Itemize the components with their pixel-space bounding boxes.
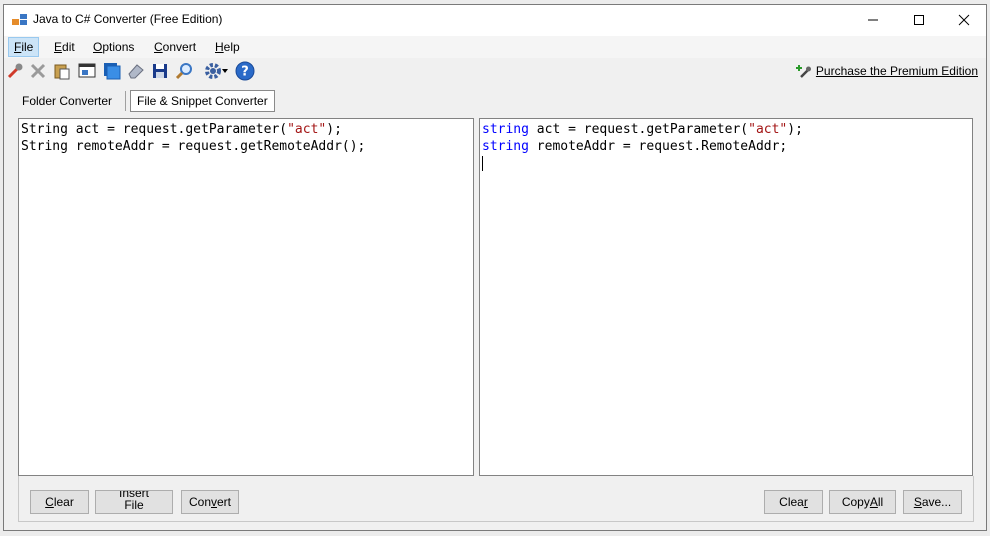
search-icon: [175, 63, 192, 80]
app-icon: [12, 14, 27, 25]
close-button[interactable]: [941, 5, 987, 35]
window-icon: [78, 63, 96, 78]
menu-edit[interactable]: Edit: [49, 38, 80, 56]
code-line: string remoteAddr = request.RemoteAddr;: [482, 139, 788, 154]
settings-dropdown-button[interactable]: [202, 61, 230, 81]
menu-help[interactable]: Help: [210, 38, 245, 56]
eraser-icon: [128, 64, 144, 79]
csharp-output-editor[interactable]: string act = request.getParameter("act")…: [479, 118, 973, 476]
svg-text:?: ?: [241, 65, 249, 80]
purchase-premium-link[interactable]: Purchase the Premium Edition: [794, 63, 978, 79]
wrench-button[interactable]: [5, 61, 25, 81]
menu-convert[interactable]: Convert: [149, 38, 201, 56]
search-button[interactable]: [174, 61, 194, 81]
copy-icon: [104, 63, 121, 80]
settings-icon: [205, 63, 221, 79]
button-bar: Clear Insert File Con v ert Clea r Copy All…: [18, 476, 974, 522]
toolbar: ? Purchase the Premium Edition: [4, 58, 986, 86]
code-line: string act = request.getParameter("act")…: [482, 122, 803, 137]
window-button[interactable]: [77, 61, 97, 81]
dropdown-arrow-icon: [222, 69, 228, 73]
wrench-icon: [7, 63, 23, 79]
help-icon: ?: [235, 61, 255, 81]
copy-button[interactable]: [102, 61, 122, 81]
close-icon: [958, 14, 970, 26]
tab-strip: Folder Converter File & Snippet Converte…: [4, 88, 986, 114]
save-button[interactable]: [150, 61, 170, 81]
delete-icon: [30, 63, 46, 79]
java-source-editor[interactable]: String act = request.getParameter("act")…: [18, 118, 474, 476]
window-title: Java to C# Converter (Free Edition): [33, 12, 223, 26]
paste-icon: [54, 64, 70, 80]
tab-file-snippet-converter[interactable]: File & Snippet Converter: [130, 90, 275, 112]
paste-button[interactable]: [52, 61, 72, 81]
maximize-button[interactable]: [896, 5, 942, 35]
premium-tools-icon: [795, 65, 811, 78]
clear-csharp-button[interactable]: Clea r: [764, 490, 823, 514]
eraser-button[interactable]: [126, 61, 146, 81]
text-caret: [482, 156, 483, 171]
menu-file[interactable]: File: [8, 37, 40, 57]
tab-separator: [125, 91, 126, 111]
premium-label: Purchase the Premium Edition: [815, 64, 978, 78]
title-bar[interactable]: Java to C# Converter (Free Edition): [4, 5, 986, 36]
maximize-icon: [914, 15, 924, 25]
save-icon: [153, 64, 167, 78]
menu-options[interactable]: Options: [88, 38, 139, 56]
minimize-button[interactable]: [850, 5, 896, 35]
code-line: String act = request.getParameter("act")…: [21, 122, 342, 137]
menu-bar: File Edit Options Convert Help: [4, 36, 986, 58]
minimize-icon: [868, 19, 878, 21]
convert-button[interactable]: Con v ert: [181, 490, 239, 514]
save-as-button[interactable]: Save...: [903, 490, 962, 514]
tab-folder-converter[interactable]: Folder Converter: [16, 91, 118, 111]
code-line: String remoteAddr = request.getRemoteAdd…: [21, 139, 366, 154]
help-button[interactable]: ?: [235, 61, 255, 81]
code-line: [482, 155, 970, 172]
clear-java-button[interactable]: Clear: [30, 490, 89, 514]
copy-all-button[interactable]: Copy All: [829, 490, 896, 514]
app-window: Java to C# Converter (Free Edition) File…: [3, 4, 987, 531]
delete-button[interactable]: [28, 61, 48, 81]
insert-file-button[interactable]: Insert File: [95, 490, 173, 514]
